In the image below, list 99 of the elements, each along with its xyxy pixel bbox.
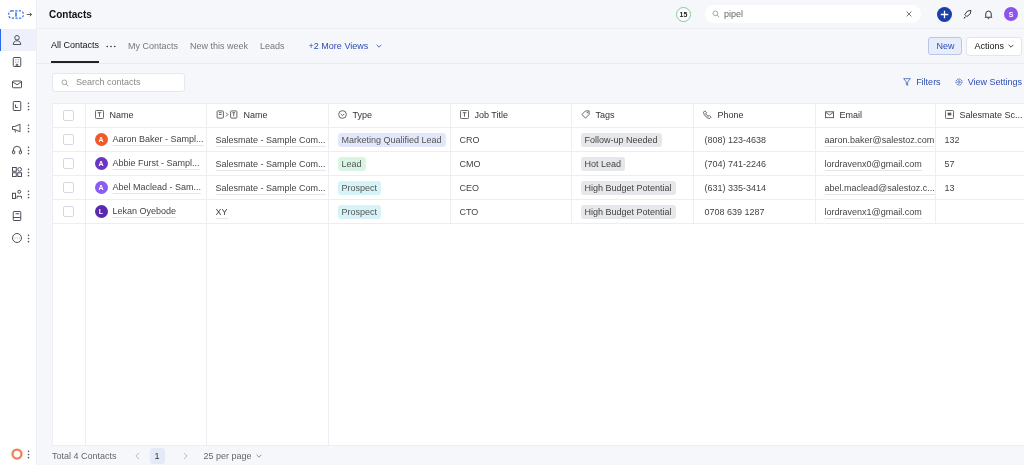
column-header[interactable]: Phone — [693, 104, 815, 128]
expand-arrow-icon[interactable] — [26, 11, 33, 18]
building-icon — [11, 56, 23, 68]
phone-text: (808) 123-4638 — [703, 134, 767, 145]
row-checkbox[interactable] — [63, 206, 75, 218]
clear-icon[interactable] — [905, 10, 913, 18]
text-field-icon — [94, 110, 104, 120]
select-all-checkbox[interactable] — [63, 110, 75, 122]
view-settings-link[interactable]: View Settings — [954, 77, 1022, 87]
number-field-icon — [944, 110, 954, 120]
mail-icon — [11, 78, 23, 90]
email-link[interactable]: abel.maclead@salestoz.c... — [824, 182, 934, 195]
tag-icon — [580, 110, 590, 120]
lifebuoy-icon — [11, 448, 23, 460]
more-circle-icon — [11, 232, 23, 244]
view-tab[interactable]: New this week — [190, 29, 249, 63]
company-link[interactable]: XY — [215, 206, 228, 219]
contact-name-link[interactable]: Abbie Furst - Sampl... — [112, 157, 200, 170]
actions-button[interactable]: Actions — [966, 36, 1022, 56]
megaphone-icon — [11, 122, 23, 134]
email-link[interactable]: lordravenx1@gmail.com — [824, 206, 922, 219]
dropdown-field-icon — [337, 110, 347, 120]
phone-text: (704) 741-2246 — [703, 158, 767, 169]
tag-label: Hot Lead — [580, 156, 626, 171]
more-dots-icon[interactable] — [27, 189, 30, 199]
new-button[interactable]: New — [928, 37, 963, 55]
more-dots-icon[interactable] — [27, 123, 30, 133]
type-tag: Prospect — [337, 180, 382, 195]
more-dots-icon[interactable] — [27, 145, 30, 155]
job-title-text: CMO — [459, 158, 481, 169]
sidebar-item[interactable] — [0, 29, 36, 51]
job-title-text: CEO — [459, 182, 479, 193]
phone-icon — [702, 110, 712, 120]
type-tag: Prospect — [337, 204, 382, 219]
view-tab[interactable]: Leads — [260, 29, 285, 63]
score-text: 132 — [944, 134, 960, 145]
text-field-icon — [459, 110, 469, 120]
row-checkbox[interactable] — [63, 134, 75, 146]
tag-label: High Budget Potential — [580, 180, 676, 195]
linked-field-icon — [215, 110, 238, 120]
type-tag: Marketing Qualified Lead — [337, 132, 446, 147]
per-page-dropdown[interactable]: 25 per page — [203, 450, 262, 461]
column-header[interactable]: Name — [206, 104, 328, 128]
type-tag: Lead — [337, 156, 366, 171]
tag-label: High Budget Potential — [580, 204, 676, 219]
search-icon — [61, 78, 69, 87]
column-header[interactable]: Type — [328, 104, 450, 128]
column-header[interactable]: Name — [85, 104, 206, 128]
total-count-text: Total 4 Contacts — [52, 450, 117, 461]
search-field[interactable]: Search contacts — [52, 72, 185, 92]
company-link[interactable]: Salesmate - Sample Com... — [215, 134, 326, 147]
notebook-icon — [11, 210, 23, 222]
column-header[interactable]: Email — [815, 104, 935, 128]
job-title-text: CRO — [459, 134, 480, 145]
filter-icon — [903, 78, 912, 86]
view-tab[interactable]: All Contacts — [51, 29, 100, 63]
mail-icon — [824, 110, 834, 120]
more-dots-icon[interactable] — [27, 449, 30, 459]
contact-card-icon — [11, 100, 23, 112]
more-dots-icon[interactable] — [27, 101, 30, 111]
global-search-field[interactable]: pipel — [705, 5, 921, 23]
contact-name-link[interactable]: Lekan Oyebode — [112, 205, 177, 218]
apps-grid-icon — [11, 166, 23, 178]
more-dots-icon[interactable] — [27, 167, 30, 177]
contact-name-link[interactable]: Abel Maclead - Sam... — [112, 181, 202, 194]
column-header[interactable]: Job Title — [450, 104, 571, 128]
phone-text: (631) 335-3414 — [703, 182, 767, 193]
people-chart-icon — [11, 188, 23, 200]
email-link[interactable]: lordravenx0@gmail.com — [824, 158, 922, 171]
search-icon — [712, 10, 720, 18]
email-link[interactable]: aaron.baker@salestoz.com — [824, 134, 934, 147]
row-checkbox[interactable] — [63, 182, 75, 194]
page-title: Contacts — [49, 8, 92, 20]
company-link[interactable]: Salesmate - Sample Com... — [215, 158, 326, 171]
row-checkbox[interactable] — [63, 158, 75, 170]
caret-icon — [255, 453, 262, 458]
score-text: 13 — [944, 182, 955, 193]
more-dots-icon[interactable] — [106, 44, 117, 48]
add-icon[interactable] — [937, 6, 952, 22]
page-number-button[interactable]: 1 — [149, 447, 165, 464]
caret-icon — [1008, 44, 1014, 48]
company-link[interactable]: Salesmate - Sample Com... — [215, 182, 326, 195]
more-views-link[interactable]: +2 More Views — [308, 41, 383, 51]
phone-text: 0708 639 1287 — [703, 206, 765, 217]
person-icon — [11, 34, 23, 46]
filters-link[interactable]: Filters — [903, 77, 941, 87]
more-dots-icon[interactable] — [27, 233, 30, 243]
contact-name-link[interactable]: Aaron Baker - Sampl... — [112, 133, 204, 146]
column-header[interactable]: Salesmate Sc... — [935, 104, 1024, 128]
settings-icon — [954, 78, 963, 86]
caret-icon — [376, 44, 383, 48]
score-text: 57 — [944, 158, 955, 169]
job-title-text: CTO — [459, 206, 479, 217]
bell-icon[interactable] — [983, 8, 994, 20]
column-header[interactable]: Tags — [571, 104, 693, 128]
view-tab[interactable]: My Contacts — [128, 29, 179, 63]
tag-label: Follow-up Needed — [580, 132, 662, 147]
logo-icon[interactable] — [8, 10, 24, 19]
headset-icon — [11, 144, 23, 156]
